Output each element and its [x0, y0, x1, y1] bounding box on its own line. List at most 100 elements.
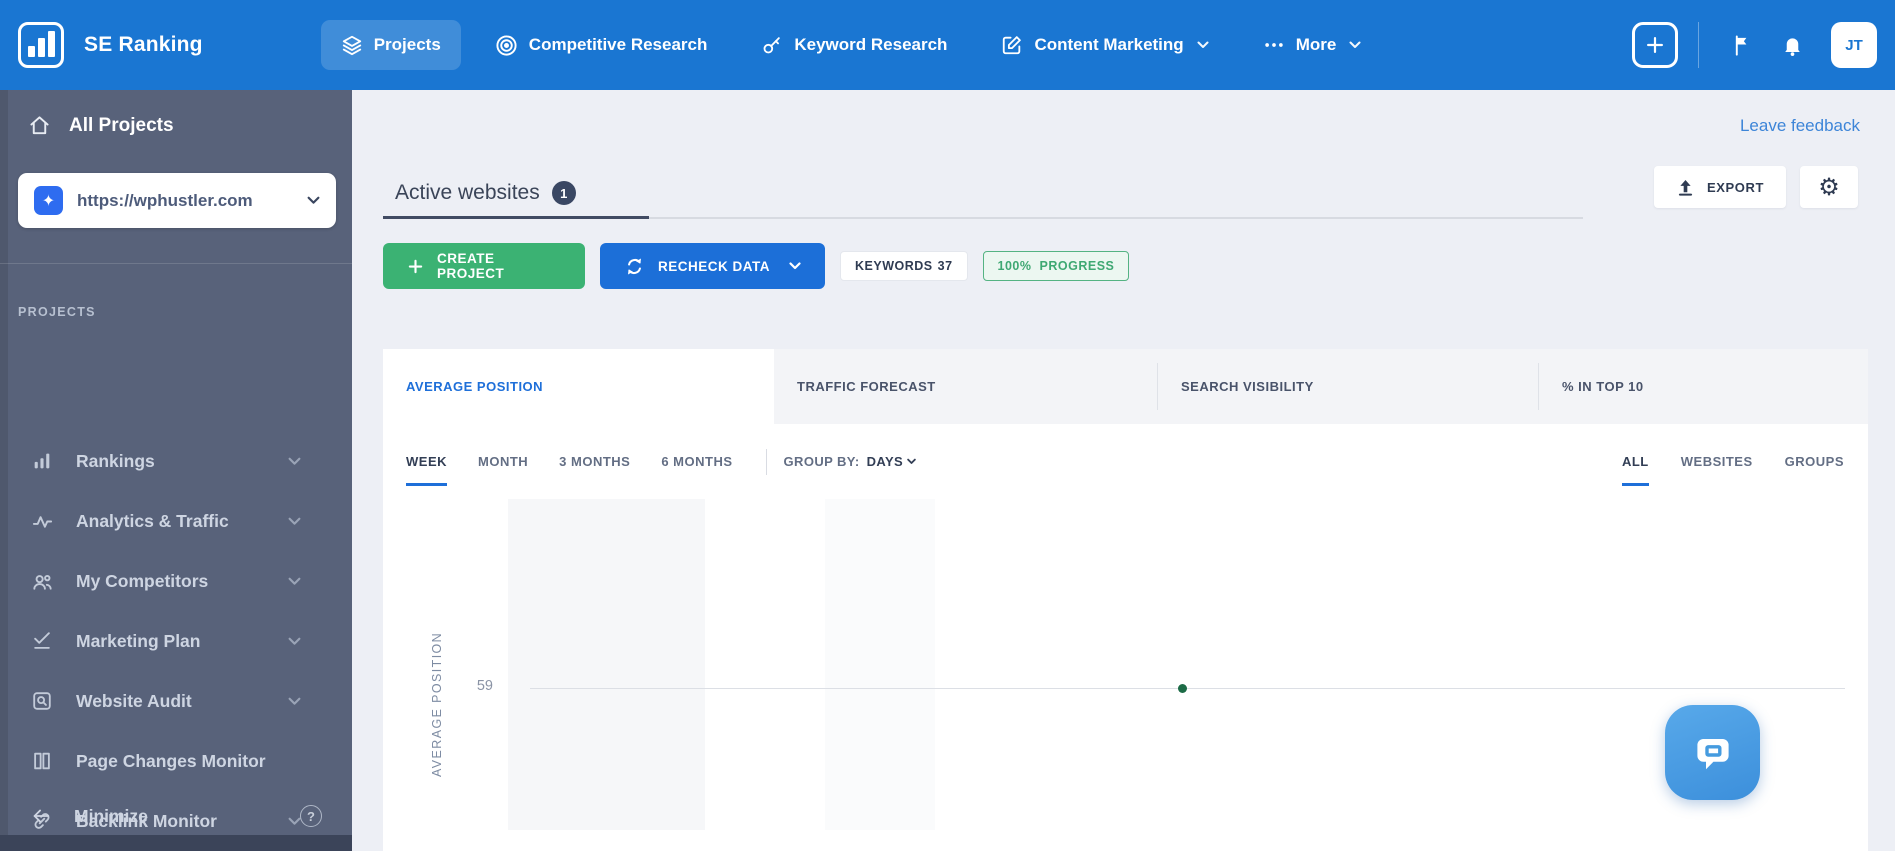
controls-divider	[765, 448, 767, 475]
keywords-count-chip: KEYWORDS 37	[840, 251, 968, 281]
range-month[interactable]: MONTH	[478, 454, 528, 469]
plus-icon	[407, 258, 424, 275]
ellipsis-icon	[1263, 34, 1285, 56]
chevron-down-icon	[1197, 41, 1209, 49]
scope-groups[interactable]: GROUPS	[1785, 454, 1844, 469]
layers-icon	[341, 34, 363, 56]
sidebar-bottom-bar	[0, 835, 352, 851]
project-url: https://wphustler.com	[77, 190, 253, 210]
search-square-icon	[30, 690, 54, 712]
group-by-label: GROUP BY:	[783, 454, 860, 469]
nav-item-projects[interactable]: Projects	[320, 20, 461, 70]
scope-websites[interactable]: WEBSITES	[1681, 454, 1753, 469]
chat-widget-button[interactable]	[1665, 705, 1760, 800]
chevron-down-icon	[282, 697, 306, 706]
sidebar-item-label: My Competitors	[76, 570, 209, 591]
create-project-button[interactable]: CREATE PROJECT	[383, 243, 585, 289]
tab-traffic-forecast[interactable]: TRAFFIC FORECAST	[774, 349, 1158, 424]
sidebar-item-label: Marketing Plan	[76, 630, 201, 651]
active-websites-tab[interactable]: Active websites 1	[395, 181, 576, 205]
main-content: Leave feedback Active websites 1 EXPORT …	[352, 90, 1895, 851]
metrics-card: AVERAGE POSITION TRAFFIC FORECAST SEARCH…	[383, 349, 1868, 851]
create-project-label: CREATE PROJECT	[437, 251, 505, 281]
upload-icon	[1676, 178, 1695, 197]
range-6-months[interactable]: 6 MONTHS	[661, 454, 732, 469]
sidebar-item-analytics-traffic[interactable]: Analytics & Traffic	[0, 491, 352, 551]
minimize-label: Minimize	[74, 805, 148, 826]
keywords-value: 37	[937, 259, 953, 273]
help-icon[interactable]: ?	[300, 805, 322, 827]
chart-data-point[interactable]	[1178, 684, 1187, 693]
nav-item-keyword-research[interactable]: Keyword Research	[741, 20, 967, 70]
chevron-down-icon	[789, 262, 801, 270]
bar-chart-icon	[30, 450, 54, 472]
recheck-data-label: RECHECK DATA	[658, 258, 770, 274]
group-by-dropdown[interactable]: GROUP BY: DAYS	[784, 454, 917, 469]
edit-square-icon	[1001, 34, 1023, 56]
add-button[interactable]	[1632, 22, 1678, 68]
plus-icon	[1644, 34, 1666, 56]
y-axis-tick: 59	[476, 678, 493, 694]
pulse-icon	[30, 510, 54, 533]
scope-switcher: ALL WEBSITES GROUPS	[1621, 454, 1844, 486]
target-icon	[495, 34, 518, 57]
leave-feedback-link[interactable]: Leave feedback	[1740, 116, 1860, 136]
sidebar-item-label: Analytics & Traffic	[76, 510, 229, 531]
sidebar-item-my-competitors[interactable]: My Competitors	[0, 551, 352, 611]
export-label: EXPORT	[1706, 179, 1764, 195]
tab-search-visibility[interactable]: SEARCH VISIBILITY	[1158, 349, 1539, 424]
sidebar-section-label: PROJECTS	[18, 305, 96, 319]
group-by-value: DAYS	[866, 454, 904, 469]
sidebar-item-all-projects[interactable]: All Projects	[28, 114, 174, 137]
nav-item-label: Competitive Research	[528, 35, 708, 54]
project-favicon: ✦	[34, 186, 63, 215]
scope-all[interactable]: ALL	[1621, 454, 1649, 486]
notifications-button[interactable]	[1781, 34, 1804, 57]
all-projects-label: All Projects	[69, 114, 174, 136]
keywords-label: KEYWORDS	[855, 259, 933, 273]
sidebar-item-website-audit[interactable]: Website Audit	[0, 671, 352, 731]
nav-right-cluster: JT	[1632, 22, 1877, 68]
sidebar-minimize-button[interactable]: Minimize ?	[0, 805, 352, 827]
user-avatar[interactable]: JT	[1831, 22, 1877, 68]
sidebar-item-page-changes-monitor[interactable]: Page Changes Monitor	[0, 731, 352, 791]
home-icon	[28, 114, 51, 137]
brand-name: SE Ranking	[84, 33, 203, 56]
nav-item-content-marketing[interactable]: Content Marketing	[981, 20, 1228, 70]
range-3-months[interactable]: 3 MONTHS	[559, 454, 630, 469]
nav-item-label: Keyword Research	[794, 35, 948, 54]
chevron-down-icon	[907, 458, 916, 465]
settings-button[interactable]: ⚙	[1800, 166, 1858, 208]
progress-value: 100%	[997, 259, 1032, 273]
app-window: SE Ranking Projects Competitive Research…	[0, 0, 1895, 851]
top-navigation-bar: SE Ranking Projects Competitive Research…	[0, 0, 1895, 90]
check-list-icon	[30, 630, 54, 652]
chevron-down-icon	[282, 517, 306, 526]
page-title: Active websites	[395, 181, 540, 204]
chevron-down-icon	[282, 637, 306, 646]
sidebar-item-marketing-plan[interactable]: Marketing Plan	[0, 611, 352, 671]
sidebar-item-label: Page Changes Monitor	[76, 750, 266, 771]
project-selector[interactable]: ✦ https://wphustler.com	[18, 173, 336, 228]
nav-item-competitive-research[interactable]: Competitive Research	[475, 20, 728, 71]
tab-percent-in-top-10[interactable]: % IN TOP 10	[1539, 349, 1868, 424]
range-week[interactable]: WEEK	[406, 454, 447, 486]
average-position-chart: AVERAGE POSITION 59	[383, 499, 1868, 851]
tab-average-position[interactable]: AVERAGE POSITION	[383, 349, 774, 424]
whats-new-button[interactable]	[1732, 34, 1755, 57]
recheck-data-button[interactable]: RECHECK DATA	[600, 243, 825, 289]
chevron-down-icon	[282, 577, 306, 586]
export-button[interactable]: EXPORT	[1653, 166, 1786, 208]
se-ranking-logo-icon	[18, 22, 64, 68]
bell-icon	[1781, 34, 1804, 57]
chart-plot-band	[825, 499, 935, 830]
gear-icon: ⚙	[1818, 173, 1840, 201]
sidebar-divider	[0, 263, 352, 264]
chevron-down-icon	[307, 196, 320, 205]
brand[interactable]: SE Ranking	[18, 22, 203, 68]
chart-plot-band	[508, 499, 705, 830]
sidebar-item-rankings[interactable]: Rankings	[0, 431, 352, 491]
nav-item-label: More	[1295, 35, 1337, 54]
nav-item-more[interactable]: More	[1243, 20, 1382, 70]
flag-icon	[1732, 34, 1755, 57]
